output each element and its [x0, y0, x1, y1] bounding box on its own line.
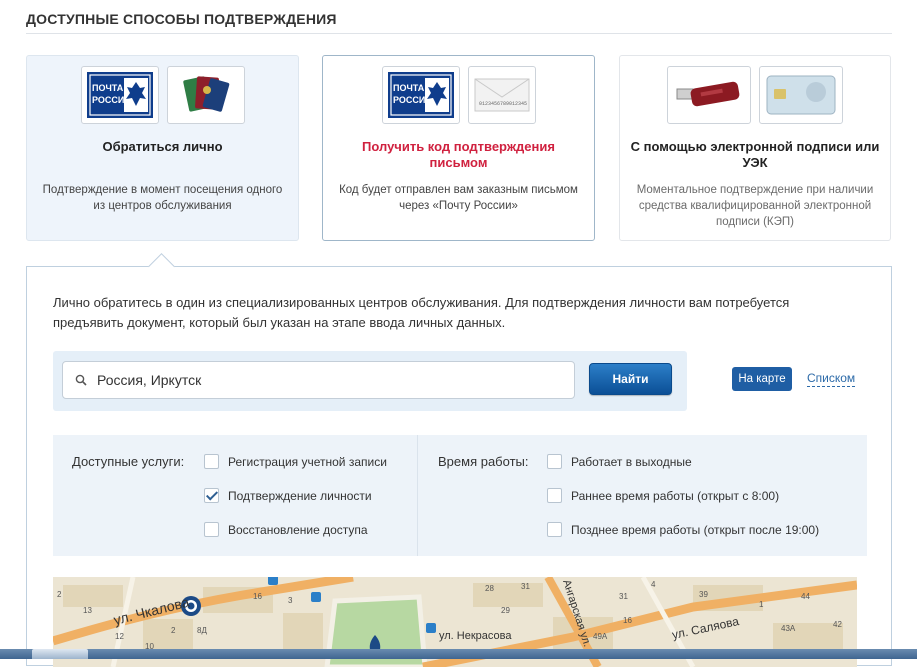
svg-text:ул. Некрасова: ул. Некрасова: [439, 630, 512, 642]
svg-text:43А: 43А: [781, 624, 796, 633]
card-title: Обратиться лично: [102, 139, 223, 154]
intro-text: Лично обратитесь в один из специализиров…: [53, 295, 790, 330]
filter-identity-confirmation[interactable]: Подтверждение личности: [204, 488, 372, 503]
svg-text:39: 39: [699, 590, 708, 599]
filter-early-hours[interactable]: Раннее время работы (открыт с 8:00): [547, 488, 779, 503]
svg-text:13: 13: [83, 606, 92, 615]
svg-text:2: 2: [57, 590, 62, 599]
search-input[interactable]: Россия, Иркутск: [62, 361, 575, 399]
svg-text:ПОЧТА: ПОЧТА: [393, 83, 425, 93]
svg-text:16: 16: [623, 616, 632, 625]
svg-text:ПОЧТА: ПОЧТА: [92, 83, 124, 93]
passport-icon: [166, 66, 245, 124]
russian-post-logo: ПОЧТА РОССИИ: [381, 66, 460, 124]
filter-access-recovery[interactable]: Восстановление доступа: [204, 522, 368, 537]
card-title: Получить код подтверждения письмом: [362, 139, 555, 170]
view-map-button[interactable]: На карте: [732, 367, 792, 391]
svg-text:8Д: 8Д: [197, 626, 207, 635]
checkbox-checked[interactable]: [204, 488, 219, 503]
svg-text:16: 16: [253, 592, 262, 601]
method-card-letter[interactable]: ПОЧТА РОССИИ 0123456789012345 Получить к…: [322, 55, 595, 241]
hours-label: Время работы:: [438, 454, 529, 469]
svg-text:49А: 49А: [593, 632, 608, 641]
card-description: Подтверждение в момент посещения одного …: [42, 184, 283, 212]
in-person-panel: Лично обратитесь в один из специализиров…: [26, 266, 892, 667]
view-list-link[interactable]: Списком: [807, 371, 856, 387]
svg-text:44: 44: [801, 592, 810, 601]
services-label: Доступные услуги:: [72, 454, 185, 469]
filter-late-hours[interactable]: Позднее время работы (открыт после 19:00…: [547, 522, 819, 537]
svg-text:2: 2: [171, 626, 176, 635]
svg-text:4: 4: [651, 580, 656, 589]
card-description: Код будет отправлен вам заказным письмом…: [339, 184, 578, 212]
envelope-icon: 0123456789012345: [467, 66, 536, 124]
svg-text:28: 28: [485, 584, 494, 593]
section-title: ДОСТУПНЫЕ СПОСОБЫ ПОДТВЕРЖДЕНИЯ: [26, 11, 337, 27]
card-description: Моментальное подтверждение при наличии с…: [636, 184, 874, 228]
russian-post-logo: ПОЧТА РОССИИ: [80, 66, 159, 124]
filter-divider: [417, 435, 418, 556]
svg-text:0123456789012345: 0123456789012345: [479, 101, 527, 107]
checkbox[interactable]: [547, 454, 562, 469]
search-value: Россия, Иркутск: [97, 372, 202, 388]
svg-text:1: 1: [759, 600, 764, 609]
checkbox[interactable]: [547, 522, 562, 537]
search-icon: [75, 374, 87, 386]
svg-text:12: 12: [115, 632, 124, 641]
svg-text:42: 42: [833, 620, 842, 629]
checkbox[interactable]: [204, 454, 219, 469]
title-divider: [26, 33, 892, 34]
taskbar-button[interactable]: [32, 649, 88, 659]
uek-card-icon: [759, 66, 843, 124]
usb-token-icon: [667, 66, 751, 124]
method-card-in-person[interactable]: ПОЧТА РОССИИ Обратиться лично Подтвержде…: [26, 55, 299, 241]
svg-text:3: 3: [288, 596, 293, 605]
svg-text:29: 29: [501, 606, 510, 615]
taskbar: [0, 649, 917, 659]
find-button[interactable]: Найти: [589, 363, 672, 395]
checkbox[interactable]: [547, 488, 562, 503]
checkbox[interactable]: [204, 522, 219, 537]
svg-text:31: 31: [619, 592, 628, 601]
filter-weekends[interactable]: Работает в выходные: [547, 454, 692, 469]
card-title: С помощью электронной подписи или УЭК: [630, 139, 880, 170]
svg-text:31: 31: [521, 582, 530, 591]
method-card-digital-signature[interactable]: С помощью электронной подписи или УЭК Мо…: [619, 55, 891, 241]
filters-panel: Доступные услуги: Регистрация учетной за…: [53, 435, 867, 556]
filter-registration[interactable]: Регистрация учетной записи: [204, 454, 387, 469]
search-area: Россия, Иркутск Найти: [53, 351, 687, 411]
